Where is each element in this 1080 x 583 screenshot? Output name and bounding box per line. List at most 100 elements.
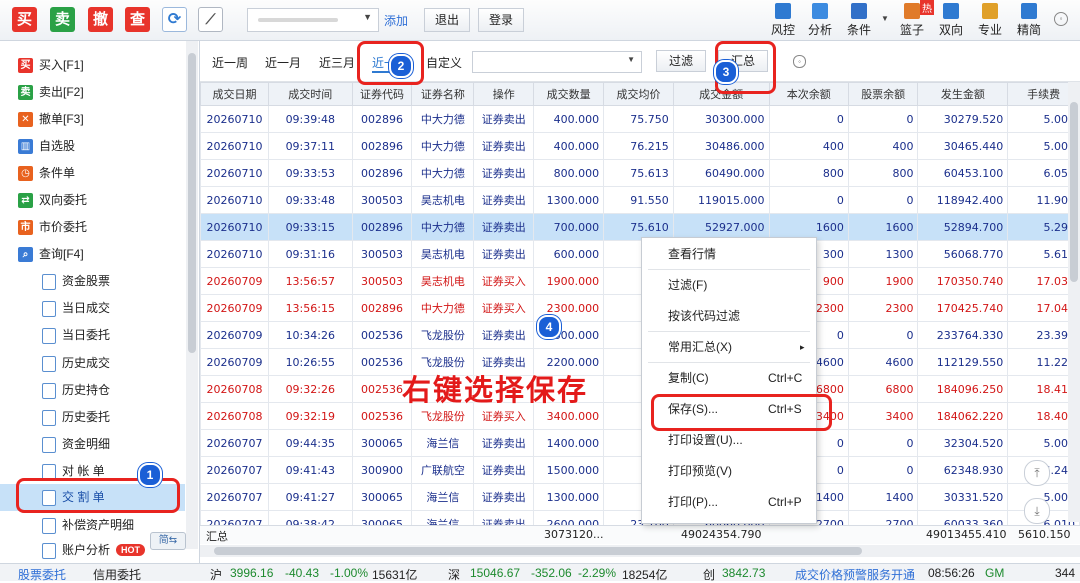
sidebar-item-label: 当日成交 [62,301,111,315]
chevron-down-icon[interactable]: ▼ [881,14,889,23]
tab-three-months[interactable]: 近三月 [319,54,355,71]
alert-service-link[interactable]: 成交价格预警服务开通 [795,566,915,583]
condition-button[interactable]: 条件 [842,3,876,38]
document-icon [42,328,56,344]
sidebar-subitem-fund-details[interactable]: 资金明细 [0,431,185,458]
logout-button[interactable]: 退出 [424,8,470,32]
sidebar-item-buy[interactable]: 买买入[F1] [0,52,185,79]
table-vertical-scrollbar[interactable] [1068,82,1080,522]
sidebar-scrollbar[interactable] [186,41,198,549]
tab-week[interactable]: 近一周 [212,54,248,71]
settlement-table: 成交日期 成交时间 证券代码 证券名称 操作 成交数量 成交均价 成交金额 本次余额 股票余额 发生… [200,82,1080,538]
sidebar-item-condition[interactable]: ◷ 条件单 [0,160,185,187]
column-header[interactable]: 成交数量 [533,82,605,106]
sidebar-item-two-way[interactable]: ⇄ 双向委托 [0,187,185,214]
sidebar-subitem-history-orders[interactable]: 历史委托 [0,404,185,431]
two-way-button[interactable]: 双向 [934,3,968,38]
sidebar-subitem-history-positions[interactable]: 历史持仓 [0,377,185,404]
menu-item-print-setup[interactable]: 打印设置(U)... [642,428,816,452]
column-header[interactable]: 成交均价 [603,82,674,106]
table-row[interactable]: 2026070709:44:35300065海兰信证券卖出1400.000200… [200,429,1080,457]
table-row[interactable]: 2026070709:41:43300900广联航空证券卖出1500.00040… [200,456,1080,484]
pro-button[interactable]: 专业 [973,3,1007,38]
table-row[interactable]: 20260710 09:39:48 002896 中大力德 证券卖出 400.000 75.… [200,105,1080,133]
filter-button[interactable]: 过滤 [656,50,706,72]
chevron-down-icon[interactable]: ▼ [363,12,372,22]
table-cell: 0 [768,105,849,133]
settings-icon[interactable]: ◦ [1054,12,1068,26]
table-row[interactable]: 2026070709:41:27300065海兰信证券卖出1300.000214… [200,483,1080,511]
table-row[interactable]: 20260710 09:33:15 002896 中大力德 证券卖出 700.000 75.… [200,213,1080,241]
table-row[interactable]: 20260710 09:33:48 300503 昊志机电 证券卖出 1300.000 91… [200,186,1080,214]
sidebar-item-query[interactable]: ⌕ 查询[F4] [0,241,185,268]
bottom-tab-credit-order[interactable]: 信用委托 [93,566,141,583]
column-header[interactable]: 本次余额 [768,82,849,106]
sidebar-subitem-today-orders[interactable]: 当日委托 [0,322,185,349]
add-account-link[interactable]: 添加 [384,12,408,29]
query-button[interactable]: 查 [125,7,150,32]
scroll-bottom-button[interactable]: ⤓ [1024,498,1050,524]
table-row[interactable]: 2026070910:26:55002536飞龙股份证券卖出2200.00054… [200,348,1080,376]
buy-button[interactable]: 买 [12,7,37,32]
menu-item-print[interactable]: 打印(P)... Ctrl+P [642,490,816,514]
cancel-button[interactable]: 撤 [88,7,113,32]
table-cell: 800 [768,159,849,187]
settings-icon[interactable]: ◦ [793,55,806,68]
table-cell: 119015.000 [672,186,770,214]
filter-select[interactable]: ▼ [472,51,642,73]
column-header[interactable]: 股票余额 [847,82,919,106]
table-cell: 证券卖出 [473,186,535,214]
chart-icon[interactable]: ⟋ [198,7,223,32]
table-row[interactable]: 2026070913:56:57300503昊志机电证券买入1900.00089… [200,267,1080,295]
sz-percent: -2.29% [578,566,617,580]
table-row[interactable]: 2026070910:34:26002536飞龙股份证券卖出4600.00050… [200,321,1080,349]
risk-control-button[interactable]: 风控 [766,3,800,38]
sidebar-item-cancel[interactable]: ✕ 撤单[F3] [0,106,185,133]
table-row[interactable]: 2026071009:31:16300503昊志机电证券卖出600.000930… [200,240,1080,268]
sell-button[interactable]: 卖 [50,7,75,32]
chevron-down-icon[interactable]: ▼ [627,55,635,64]
menu-item-copy[interactable]: 复制(C) Ctrl+C [642,366,816,390]
sidebar-item-market-order[interactable]: 市市价委托 [0,214,185,241]
column-header[interactable]: 成交时间 [267,82,353,106]
menu-item-common-summary[interactable]: 常用汇总(X) ▸ [642,335,816,359]
scroll-top-button[interactable]: ⤒ [1024,460,1050,486]
column-header[interactable]: 发生金额 [917,82,1009,106]
menu-item-filter-by-code[interactable]: 按该代码过滤 [642,304,816,328]
refresh-icon[interactable]: ⟳ [162,7,187,32]
sidebar-item-watchlist[interactable]: ▥ 自选股 [0,133,185,160]
table-horizontal-scrollbar[interactable] [200,545,1080,557]
scroll-thumb[interactable] [1070,102,1078,282]
column-header[interactable]: 成交日期 [200,82,269,106]
account-select[interactable]: ▼ [247,8,379,32]
sidebar-item-sell[interactable]: 卖卖出[F2] [0,79,185,106]
tab-month[interactable]: 近一月 [265,54,301,71]
sidebar-subitem-history-deals[interactable]: 历史成交 [0,350,185,377]
table-row[interactable]: 2026070809:32:26002536568006800184096.25… [200,375,1080,403]
login-button[interactable]: 登录 [478,8,524,32]
table-row[interactable]: 20260710 09:37:11 002896 中大力德 证券卖出 400.000 76.… [200,132,1080,160]
scroll-thumb[interactable] [188,53,196,353]
column-header[interactable]: 操作 [473,82,535,106]
table-cell: 1300 [847,240,919,268]
table-row[interactable]: 2026070913:56:15002896中大力德证券买入2300.00072… [200,294,1080,322]
menu-item-print-preview[interactable]: 打印预览(V) [642,459,816,483]
menu-item-filter[interactable]: 过滤(F) [642,273,816,297]
instruction-caption: 右键选择保存 [402,373,589,407]
analysis-button[interactable]: 分析 [803,3,837,38]
sell-icon: 卖 [18,85,33,100]
table-cell: 002896 [351,105,413,133]
table-row[interactable]: 20260710 09:33:53 002896 中大力德 证券卖出 800.000 75.… [200,159,1080,187]
menu-item-view-quote[interactable]: 查看行情 [642,242,816,266]
hot-badge: 热 [920,0,934,15]
table-row[interactable]: 2026070809:32:19002536飞龙股份证券买入3400.00053… [200,402,1080,430]
scroll-thumb[interactable] [214,547,862,555]
sidebar-subitem-today-deals[interactable]: 当日成交 [0,295,185,322]
simple-button[interactable]: 精简 [1012,3,1046,38]
column-header[interactable]: 证券名称 [411,82,475,106]
simplify-toggle[interactable]: 简⇆ [150,532,186,550]
tab-custom[interactable]: 自定义 [426,54,462,71]
column-header[interactable]: 证券代码 [351,82,413,106]
bottom-tab-stock-order[interactable]: 股票委托 [18,566,66,583]
sidebar-subitem-funds[interactable]: 资金股票 [0,268,185,295]
